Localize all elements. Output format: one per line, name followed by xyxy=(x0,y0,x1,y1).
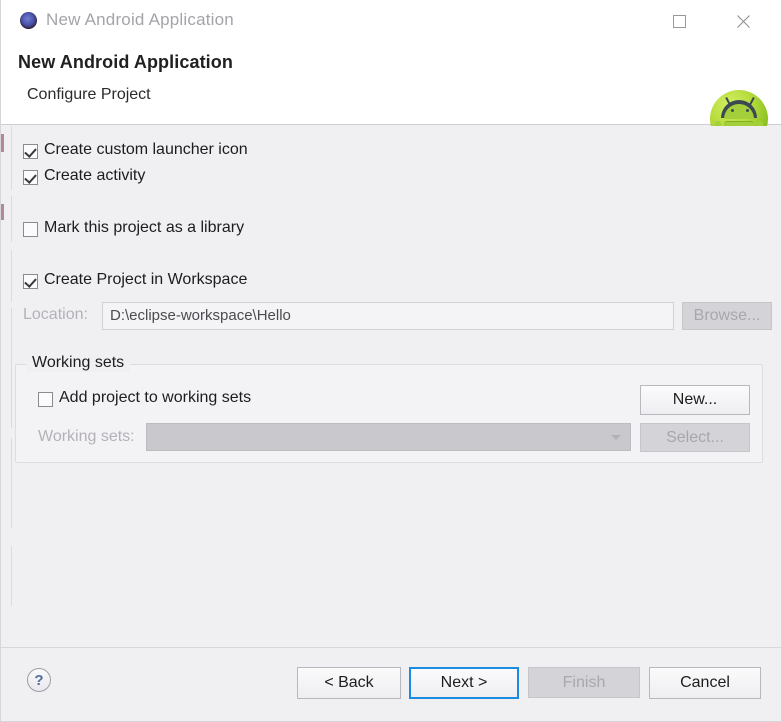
help-button[interactable]: ? xyxy=(27,668,51,692)
edge-artifact xyxy=(1,134,4,152)
dialog-footer: ? < Back Next > Finish Cancel xyxy=(1,647,781,721)
checkbox-box[interactable] xyxy=(23,222,38,237)
window-titlebar: New Android Application xyxy=(1,0,781,42)
left-border-segment xyxy=(11,126,12,190)
finish-button[interactable]: Finish xyxy=(528,667,640,698)
working-sets-group-label: Working sets xyxy=(26,354,131,372)
maximize-icon xyxy=(673,15,686,28)
left-border-segment xyxy=(11,196,12,242)
robot-eye-left xyxy=(731,109,734,112)
new-android-application-dialog: New Android Application New Android Appl… xyxy=(0,0,782,722)
working-sets-combo-label: Working sets: xyxy=(38,428,135,445)
left-border-segment xyxy=(11,546,12,606)
working-sets-group: Working sets Add project to working sets… xyxy=(15,354,763,463)
maximize-button[interactable] xyxy=(660,5,702,37)
checkbox-label: Mark this project as a library xyxy=(44,219,245,236)
select-working-set-button[interactable]: Select... xyxy=(640,423,750,452)
dialog-header: New Android Application Configure Projec… xyxy=(1,42,781,148)
checkbox-box[interactable] xyxy=(38,392,53,407)
checkbox-label: Create Project in Workspace xyxy=(44,271,248,288)
checkbox-label: Create activity xyxy=(44,167,146,184)
android-circle-icon xyxy=(20,12,37,29)
location-input[interactable]: D:\eclipse-workspace\Hello xyxy=(102,302,674,330)
browse-button[interactable]: Browse... xyxy=(682,302,772,330)
close-button[interactable] xyxy=(722,5,764,37)
new-working-set-button[interactable]: New... xyxy=(640,385,750,415)
location-label: Location: xyxy=(23,306,88,323)
robot-eye-right xyxy=(746,109,749,112)
next-button[interactable]: Next > xyxy=(409,667,519,699)
close-icon xyxy=(722,5,764,37)
left-border-segment xyxy=(11,438,12,528)
left-border-segment xyxy=(11,308,12,428)
checkbox-label: Add project to working sets xyxy=(59,389,252,406)
back-button[interactable]: < Back xyxy=(297,667,401,699)
checkbox-box[interactable] xyxy=(23,144,38,159)
edge-artifact xyxy=(1,204,4,220)
left-border-segment xyxy=(11,250,12,302)
checkbox-label: Create custom launcher icon xyxy=(44,141,248,158)
page-title: New Android Application xyxy=(18,52,233,72)
dialog-body: Create custom launcher icon Create activ… xyxy=(1,126,781,647)
window-title: New Android Application xyxy=(46,10,234,29)
checkbox-box[interactable] xyxy=(23,170,38,185)
working-sets-combo[interactable] xyxy=(146,423,631,451)
cancel-button[interactable]: Cancel xyxy=(649,667,761,699)
checkbox-box[interactable] xyxy=(23,274,38,289)
chevron-down-icon xyxy=(611,435,621,440)
page-subtitle: Configure Project xyxy=(27,86,151,103)
